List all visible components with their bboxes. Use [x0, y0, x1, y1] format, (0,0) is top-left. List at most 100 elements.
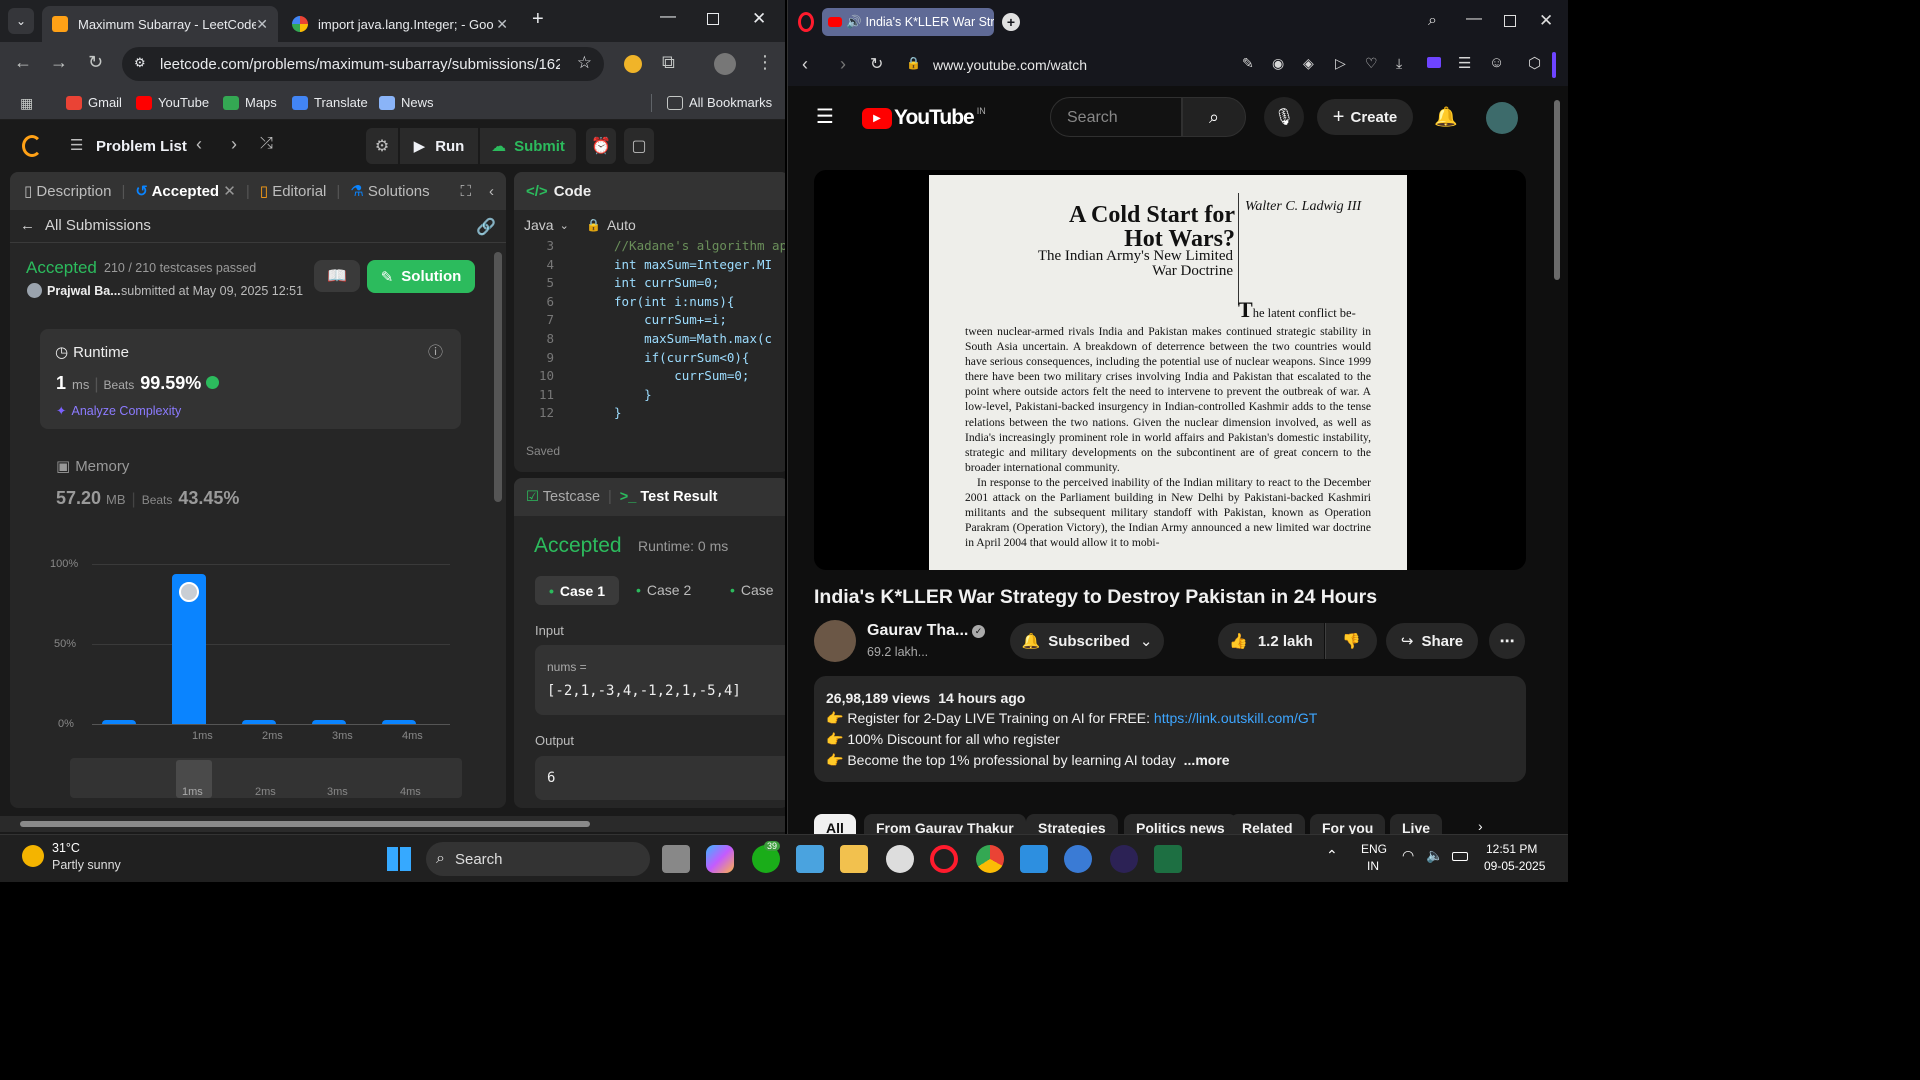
chart-bar[interactable] — [242, 720, 276, 724]
back-arrow-icon[interactable]: ‹ — [802, 54, 808, 75]
submit-button[interactable]: ☁ Submit — [480, 128, 576, 164]
bookmark-star-icon[interactable]: ☆ — [577, 53, 592, 73]
maximize-icon[interactable] — [707, 13, 719, 25]
shield-icon[interactable]: ◈ — [1303, 55, 1314, 72]
edit-icon[interactable]: ✎ — [1242, 55, 1254, 72]
range-selector[interactable]: 1ms 2ms 3ms 4ms — [70, 758, 462, 798]
all-bookmarks-folder[interactable]: All Bookmarks — [667, 95, 772, 110]
reload-icon[interactable]: ↻ — [870, 54, 883, 74]
opera-logo-icon[interactable] — [798, 12, 814, 32]
clock-date[interactable]: 09-05-2025 — [1484, 859, 1545, 873]
copilot-icon[interactable] — [706, 845, 734, 873]
runtime-card[interactable]: ◷ Runtime ⓘ 1 ms | Beats 99.59% ✦ Analyze … — [40, 329, 461, 429]
problem-list-link[interactable]: Problem List — [96, 138, 187, 155]
forward-arrow-icon[interactable]: → — [50, 52, 68, 73]
weather-temp[interactable]: 31°C — [52, 841, 80, 855]
chip[interactable]: For you — [1310, 814, 1386, 834]
download-icon[interactable]: ⤓ — [1396, 55, 1402, 72]
debug-button[interactable]: ⚙ — [366, 128, 398, 164]
share-button[interactable]: ↪ Share — [1386, 623, 1478, 659]
site-info-icon[interactable]: ⚙ — [134, 55, 146, 71]
next-problem-icon[interactable]: › — [231, 134, 237, 155]
timer-icon[interactable]: ⏰ — [586, 128, 616, 164]
all-submissions-link[interactable]: ← All Submissions — [20, 217, 151, 234]
leetcode-logo-icon[interactable] — [22, 135, 42, 157]
close-window-icon[interactable]: ✕ — [752, 9, 766, 29]
clock-app-icon[interactable] — [886, 845, 914, 873]
bookmark-gmail[interactable]: Gmail — [66, 95, 122, 110]
run-button[interactable]: ▶ Run — [400, 128, 478, 164]
username[interactable]: Prajwal Ba... — [47, 284, 121, 298]
video-player[interactable]: A Cold Start for Hot Wars? Walter C. Lad… — [814, 170, 1526, 570]
search-tabs-icon[interactable]: ⌕ — [1428, 12, 1437, 30]
tab-description[interactable]: ▯ Description — [24, 182, 111, 200]
fullscreen-icon[interactable]: ⛶ — [460, 183, 471, 200]
info-icon[interactable]: ⓘ — [428, 341, 443, 362]
forward-arrow-icon[interactable]: › — [840, 54, 846, 75]
chip[interactable]: Live — [1390, 814, 1443, 834]
heart-icon[interactable]: ♡ — [1365, 55, 1378, 72]
channel-avatar[interactable] — [814, 620, 856, 662]
extensions-puzzle-icon[interactable]: ⧉ — [662, 52, 675, 73]
search-input[interactable]: Search — [1050, 97, 1182, 137]
chip[interactable]: From Gaurav Thakur — [864, 814, 1026, 834]
show-hidden-icons[interactable]: ⌃ — [1326, 847, 1338, 864]
hamburger-menu-icon[interactable]: ☰ — [816, 104, 834, 129]
collapse-icon[interactable]: ‹ — [489, 183, 494, 200]
tab-accepted[interactable]: ↺ Accepted ✕ — [135, 182, 235, 200]
youtube-logo[interactable]: ▶ YouTube IN — [862, 106, 986, 130]
address-bar[interactable]: www.youtube.com/watch — [933, 57, 1087, 73]
cube-icon[interactable]: ⬡ — [1528, 54, 1541, 72]
file-explorer-icon[interactable] — [840, 845, 868, 873]
maximize-icon[interactable] — [1504, 15, 1516, 27]
chart-bar[interactable] — [172, 573, 206, 724]
menu-kebab-icon[interactable]: ⋮ — [756, 52, 774, 73]
case-1-button[interactable]: • Case 1 — [535, 576, 619, 605]
eclipse-icon[interactable] — [1110, 845, 1138, 873]
description-box[interactable]: 26,98,189 views 14 hours ago 👉 Register … — [814, 676, 1526, 782]
case-2-button[interactable]: • Case 2 — [636, 582, 691, 598]
code-editor[interactable]: 3 //Kadane's algorithm ap 4 int maxSum=Inte… — [514, 238, 785, 428]
address-bar[interactable]: ⚙ leetcode.com/problems/maximum-subarray… — [122, 47, 604, 81]
task-view-icon[interactable] — [662, 845, 690, 873]
send-icon[interactable]: ▷ — [1335, 55, 1346, 72]
reload-icon[interactable]: ↻ — [88, 52, 103, 73]
chip[interactable]: Strategies — [1026, 814, 1118, 834]
notebook-button[interactable]: 📖 — [314, 260, 360, 292]
close-window-icon[interactable]: ✕ — [1539, 11, 1553, 31]
page-scrollbar[interactable] — [1554, 100, 1560, 280]
bookmark-news[interactable]: News — [379, 95, 434, 110]
shuffle-icon[interactable]: ⤮ — [260, 135, 273, 153]
description-link[interactable]: https://link.outskill.com/GT — [1154, 710, 1317, 726]
extension-icon[interactable] — [624, 55, 642, 73]
wallet-icon[interactable] — [1427, 57, 1441, 68]
camera-icon[interactable]: ◉ — [1272, 55, 1284, 72]
language-indicator[interactable]: ENG — [1361, 842, 1387, 856]
dislike-button[interactable]: 👎 — [1325, 623, 1377, 659]
tab-solutions[interactable]: ⚗ Solutions — [350, 182, 429, 200]
panel-scrollbar[interactable] — [494, 252, 502, 502]
close-tab-icon[interactable]: ✕ — [256, 16, 268, 33]
minimize-icon[interactable]: — — [660, 8, 676, 26]
volume-icon[interactable]: 🔈 — [1426, 847, 1443, 864]
tab-test-result[interactable]: >_ Test Result — [620, 489, 718, 505]
subscribed-button[interactable]: 🔔 Subscribed ⌄ — [1010, 623, 1164, 659]
clock-time[interactable]: 12:51 PM — [1486, 842, 1537, 856]
chart-bar[interactable] — [312, 720, 346, 724]
profile-avatar[interactable] — [714, 53, 736, 75]
weather-condition[interactable]: Partly sunny — [52, 858, 121, 872]
prev-problem-icon[interactable]: ‹ — [196, 134, 202, 155]
windows-start-icon[interactable] — [387, 847, 411, 871]
voice-search-button[interactable]: 🎙 — [1264, 97, 1304, 137]
analyze-complexity-link[interactable]: ✦ Analyze Complexity — [56, 403, 181, 419]
opera-icon[interactable] — [930, 845, 958, 873]
taskbar-search[interactable]: ⌕ Search — [426, 842, 650, 876]
chip[interactable]: Politics news — [1124, 814, 1237, 834]
tab-search-button[interactable]: ⌄ — [8, 8, 34, 34]
notepad-icon[interactable] — [796, 845, 824, 873]
show-more-link[interactable]: ...more — [1184, 752, 1230, 768]
chrome-tab-google[interactable]: import java.lang.Integer; - Goog ✕ — [282, 6, 518, 42]
case-3-button[interactable]: • Case — [730, 582, 774, 598]
chevron-right-icon[interactable]: › — [1478, 818, 1483, 834]
tab-editorial[interactable]: ▯ Editorial — [260, 182, 327, 200]
